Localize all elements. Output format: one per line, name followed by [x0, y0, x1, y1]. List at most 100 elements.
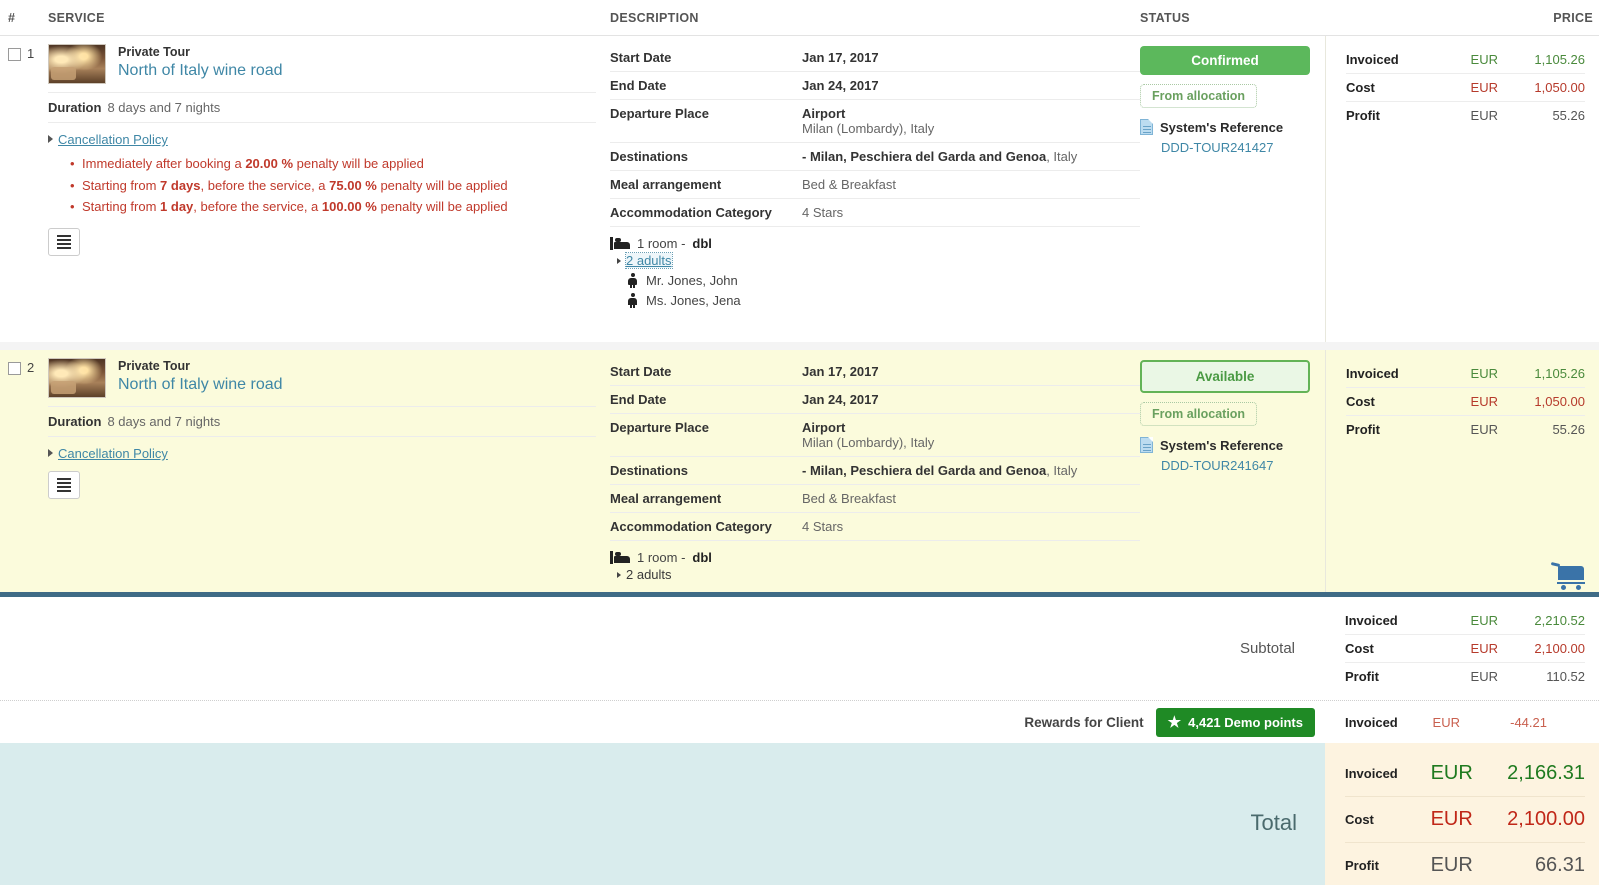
system-reference-1: System's Reference	[1140, 119, 1325, 135]
document-icon	[1140, 437, 1153, 453]
star-icon: ★	[1167, 713, 1182, 731]
price-line: Profit EUR 110.52	[1345, 663, 1585, 691]
description-field-key: Start Date	[610, 50, 672, 65]
row-number-1: 1	[27, 46, 35, 61]
room-line-2: 1 room - dbl	[610, 541, 1140, 565]
price-line: Invoiced EUR 1,105.26	[1346, 46, 1585, 74]
list-icon	[57, 233, 71, 251]
status-badge-2[interactable]: Available	[1140, 360, 1310, 393]
description-cell-2: Start Date Jan 17, 2017 End Date Jan 24, 20…	[610, 350, 1140, 592]
total-line-amount: 2,166.31	[1507, 762, 1585, 784]
total-line-currency: EUR	[1430, 762, 1473, 784]
cancellation-policy-toggle-2[interactable]: Cancellation Policy	[58, 446, 168, 461]
description-table-2: Start Date Jan 17, 2017 End Date Jan 24, 20…	[610, 358, 1140, 541]
description-field-value: Jan 24, 2017	[802, 78, 879, 93]
status-badge-1[interactable]: Confirmed	[1140, 46, 1310, 75]
description-field-row: Departure Place Airport Milan (Lombardy), …	[610, 414, 1140, 457]
room-type-2: dbl	[692, 550, 712, 565]
duration-row-2: Duration 8 days and 7 nights	[48, 407, 596, 437]
expand-caret-icon	[48, 135, 53, 143]
service-name-link-2[interactable]: North of Italy wine road	[118, 375, 283, 395]
description-field-key: Departure Place	[610, 106, 709, 121]
expand-caret-icon	[48, 449, 53, 457]
duration-label-2: Duration	[48, 414, 102, 429]
description-field-key: End Date	[610, 78, 667, 93]
total-band: Total Invoiced EUR 2,166.31 Cost EUR 2,100.00…	[0, 743, 1599, 885]
total-line-label: Profit	[1345, 858, 1379, 873]
row-selector-cell-1: 1	[0, 36, 48, 342]
bed-icon	[610, 237, 630, 250]
table-header-row: # SERVICE DESCRIPTION STATUS PRICE	[0, 0, 1599, 36]
description-field-value: Bed & Breakfast	[802, 491, 896, 506]
passenger-row: Mr. Jones, John	[610, 268, 1140, 288]
total-line: Cost EUR 2,100.00	[1345, 797, 1585, 843]
adults-row-2: 2 adults	[610, 565, 1140, 582]
passenger-row: Ms. Jones, Jena	[610, 288, 1140, 308]
shopping-cart-icon[interactable]	[1550, 561, 1585, 590]
adults-link-2[interactable]: 2 adults	[626, 567, 672, 582]
service-details-list-button-2[interactable]	[48, 471, 80, 499]
adults-link-1[interactable]: 2 adults	[625, 252, 673, 269]
price-line-amount: 55.26	[1552, 422, 1585, 437]
description-field-value: Airport Milan (Lombardy), Italy	[802, 106, 935, 136]
description-field-row: End Date Jan 24, 2017	[610, 386, 1140, 414]
total-line-amount: 66.31	[1534, 854, 1585, 876]
description-field-row: End Date Jan 24, 2017	[610, 72, 1140, 100]
service-cell-2: Private Tour North of Italy wine road Du…	[48, 350, 610, 592]
total-values: Invoiced EUR 2,166.31 Cost EUR 2,100.00 Profit…	[1325, 743, 1599, 885]
service-type-1: Private Tour	[118, 45, 191, 59]
duration-value-1: 8 days and 7 nights	[107, 100, 221, 115]
total-line: Invoiced EUR 2,166.31	[1345, 751, 1585, 797]
system-reference-value-2[interactable]: DDD-TOUR241647	[1140, 458, 1325, 473]
service-name-link-1[interactable]: North of Italy wine road	[118, 61, 283, 81]
description-field-row: Meal arrangement Bed & Breakfast	[610, 171, 1140, 199]
price-line: Cost EUR 2,100.00	[1345, 635, 1585, 663]
passenger-name: Ms. Jones, Jena	[646, 293, 741, 308]
price-line-label: Cost	[1346, 80, 1375, 95]
price-line-label: Profit	[1345, 669, 1379, 684]
description-table-1: Start Date Jan 17, 2017 End Date Jan 24, 20…	[610, 44, 1140, 227]
person-icon	[628, 293, 637, 308]
total-label-wrap: Total	[0, 743, 1325, 885]
description-field-key: Start Date	[610, 364, 672, 379]
system-reference-value-1[interactable]: DDD-TOUR241427	[1140, 140, 1325, 155]
description-field-row: Accommodation Category 4 Stars	[610, 513, 1140, 541]
total-line: Profit EUR 66.31	[1345, 843, 1585, 885]
price-line-label: Profit	[1346, 422, 1380, 437]
bed-icon	[610, 551, 630, 564]
row-selector-cell-2: 2	[0, 350, 48, 592]
expand-caret-icon	[617, 572, 621, 578]
total-line-label: Invoiced	[1345, 766, 1398, 781]
rewards-invoiced-label: Invoiced	[1345, 714, 1398, 730]
service-details-list-button-1[interactable]	[48, 227, 80, 256]
cancellation-policy-toggle-1[interactable]: Cancellation Policy	[58, 132, 168, 147]
price-line-currency: EUR	[1470, 80, 1498, 95]
description-field-key: Destinations	[610, 463, 689, 478]
list-icon	[57, 476, 71, 494]
allocation-badge-2[interactable]: From allocation	[1140, 402, 1258, 426]
passenger-name: Mr. Jones, John	[646, 273, 738, 288]
rewards-label: Rewards for Client	[1024, 714, 1144, 730]
row-checkbox-2[interactable]	[8, 362, 21, 375]
price-line-currency: EUR	[1470, 613, 1498, 628]
price-cell-1: Invoiced EUR 1,105.26 Cost EUR 1,050.00 Profit…	[1325, 36, 1599, 342]
description-field-key: Meal arrangement	[610, 177, 722, 192]
column-header-description: DESCRIPTION	[610, 10, 699, 25]
description-field-value: Airport Milan (Lombardy), Italy	[802, 420, 935, 450]
rewards-values: Invoiced EUR -44.21	[1325, 715, 1599, 730]
cancellation-rules-list-1: Immediately after booking a 20.00 % pena…	[48, 153, 596, 218]
passenger-list-1: Mr. Jones, John Ms. Jones, Jena	[610, 268, 1140, 308]
row-checkbox-1[interactable]	[8, 48, 21, 61]
rewards-points-badge[interactable]: ★ 4,421 Demo points	[1155, 707, 1315, 737]
total-line-label: Cost	[1345, 812, 1374, 827]
description-field-row: Meal arrangement Bed & Breakfast	[610, 485, 1140, 513]
room-count-1: 1 room -	[637, 236, 686, 251]
service-header-1: Private Tour North of Italy wine road	[48, 44, 596, 93]
allocation-badge-1[interactable]: From allocation	[1140, 84, 1258, 108]
duration-label-1: Duration	[48, 100, 102, 115]
row-number-2: 2	[27, 360, 35, 375]
system-reference-2: System's Reference	[1140, 437, 1325, 453]
price-line: Profit EUR 55.26	[1346, 102, 1585, 130]
price-line-amount: 1,050.00	[1534, 80, 1585, 95]
service-header-2: Private Tour North of Italy wine road	[48, 358, 596, 407]
